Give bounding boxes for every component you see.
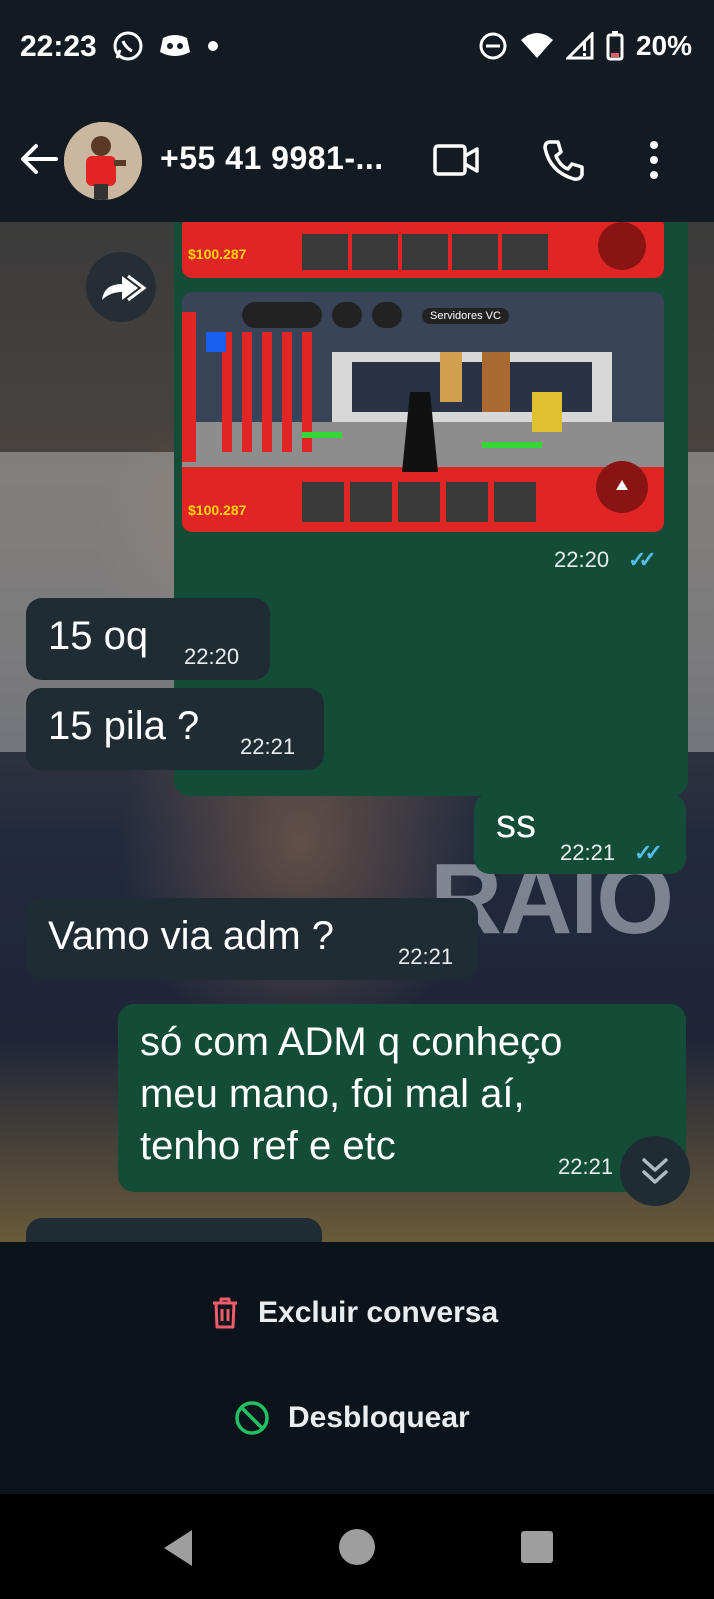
- delete-chat-button[interactable]: Excluir conversa: [210, 1296, 498, 1330]
- status-bar: 22:23 20%: [0, 0, 714, 100]
- read-ticks-icon: ✓✓: [628, 547, 657, 572]
- incoming-message[interactable]: Vamo via adm ? 22:21: [26, 898, 478, 980]
- forward-button[interactable]: [86, 252, 156, 322]
- message-text: 15 oq: [48, 614, 149, 658]
- message-text: Vamo via adm ?: [48, 914, 335, 958]
- game-server-label: Servidores VC: [422, 308, 509, 324]
- message-time: 22:20: [554, 547, 610, 572]
- game-money-bottom: $100.287: [188, 502, 247, 518]
- message-time: 22:21: [398, 944, 454, 969]
- game-screenshot-top-image: [182, 222, 664, 278]
- double-chevron-down-icon: [642, 1158, 668, 1184]
- whatsapp-icon: [113, 31, 143, 61]
- read-ticks-icon: ✓✓: [634, 840, 663, 865]
- status-time: 22:23: [20, 30, 97, 63]
- outgoing-message[interactable]: só com ADM q conheço meu mano, foi mal a…: [118, 1004, 686, 1192]
- phone-icon[interactable]: [540, 136, 588, 184]
- nav-recents-icon[interactable]: [520, 1530, 554, 1564]
- system-navigation-bar: [0, 1494, 714, 1599]
- nav-home-icon[interactable]: [338, 1528, 376, 1566]
- avatar-photo: [64, 122, 142, 200]
- message-text: ss: [496, 802, 536, 846]
- message-time: 22:20: [184, 644, 240, 669]
- message-line: tenho ref e etc: [140, 1124, 396, 1168]
- incoming-message-partial[interactable]: [26, 1218, 322, 1242]
- dot-icon: [208, 41, 218, 51]
- avatar[interactable]: [64, 122, 142, 200]
- incoming-message[interactable]: 15 pila ? 22:21: [26, 688, 324, 770]
- blocked-contact-actions: Excluir conversa Desbloquear: [0, 1242, 714, 1494]
- game-screenshot-bottom-image: [182, 292, 664, 532]
- outgoing-message[interactable]: ss 22:21 ✓✓: [474, 794, 686, 874]
- more-icon[interactable]: [630, 136, 678, 184]
- scroll-to-bottom-button[interactable]: [620, 1136, 690, 1206]
- discord-icon: [160, 35, 190, 56]
- nav-back-icon[interactable]: [160, 1528, 196, 1568]
- incoming-message[interactable]: 15 oq 22:20: [26, 598, 270, 680]
- game-screenshot-bottom[interactable]: Servidores VC $100.287: [182, 292, 664, 532]
- message-line: meu mano, foi mal aí,: [140, 1072, 525, 1116]
- message-line: só com ADM q conheço: [140, 1020, 563, 1064]
- delete-chat-label: Excluir conversa: [258, 1296, 499, 1329]
- back-arrow-icon[interactable]: [18, 138, 60, 180]
- whatsapp-chat-screen: 22:23 20% +55 41 9981-... RAIO $100.287 …: [0, 0, 714, 1599]
- contact-name[interactable]: +55 41 9981-...: [160, 140, 384, 177]
- message-time: 22:21: [240, 734, 296, 759]
- block-icon: [235, 1401, 269, 1435]
- message-text: 15 pila ?: [48, 704, 200, 748]
- message-time: 22:21: [558, 1154, 614, 1179]
- message-time: 22:21: [560, 840, 616, 865]
- dnd-icon: [479, 32, 507, 60]
- trash-icon: [213, 1297, 237, 1329]
- battery-percent: 20%: [635, 30, 692, 61]
- chat-header: +55 41 9981-...: [0, 100, 714, 222]
- battery-icon: [606, 31, 624, 61]
- unblock-button[interactable]: Desbloquear: [234, 1400, 470, 1436]
- video-call-icon[interactable]: [432, 136, 480, 184]
- unblock-label: Desbloquear: [288, 1401, 470, 1434]
- game-screenshot-top[interactable]: $100.287: [182, 222, 664, 278]
- wifi-icon: [520, 33, 553, 58]
- forward-icon: [102, 274, 147, 302]
- game-money-top: $100.287: [188, 246, 247, 262]
- chat-area[interactable]: RAIO $100.287 Servidores VC $100.287 22:…: [0, 222, 714, 1242]
- signal-icon: [565, 32, 594, 60]
